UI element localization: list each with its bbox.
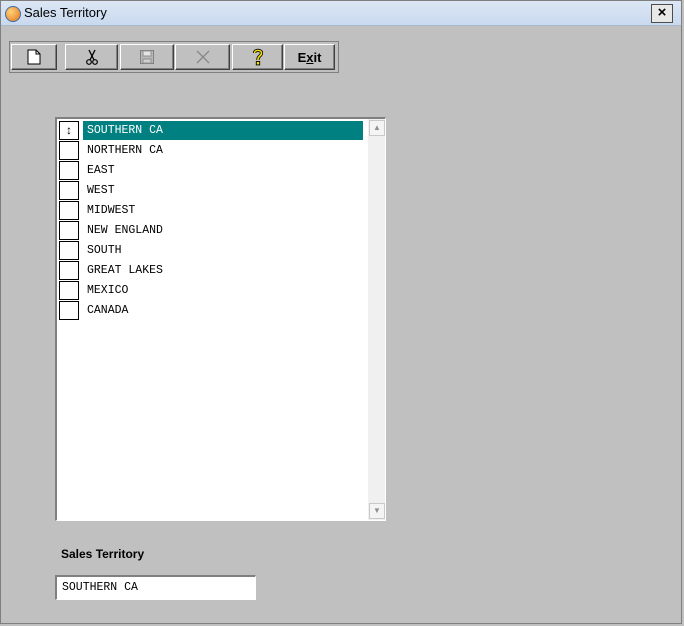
- sales-territory-label: Sales Territory: [61, 547, 145, 561]
- row-selector[interactable]: [59, 161, 79, 180]
- list-item[interactable]: SOUTH: [59, 241, 365, 261]
- scroll-down-arrow-icon[interactable]: ▼: [369, 503, 385, 519]
- save-disk-icon: [140, 50, 154, 64]
- close-button[interactable]: ×: [651, 4, 673, 23]
- scroll-up-arrow-icon[interactable]: ▲: [369, 120, 385, 136]
- row-selector[interactable]: [59, 281, 79, 300]
- list-item-label: NORTHERN CA: [87, 144, 163, 157]
- title-bar[interactable]: Sales Territory ×: [1, 1, 681, 26]
- row-selector[interactable]: [59, 201, 79, 220]
- list-item[interactable]: MEXICO: [59, 281, 365, 301]
- list-item-label: MEXICO: [87, 284, 129, 297]
- help-question-icon: [252, 48, 263, 66]
- row-selector[interactable]: [59, 141, 79, 160]
- list-item-label: GREAT LAKES: [87, 264, 163, 277]
- list-item-label: EAST: [87, 164, 115, 177]
- new-button[interactable]: [11, 44, 57, 70]
- current-row-marker-icon[interactable]: ↕: [59, 121, 79, 140]
- list-item[interactable]: MIDWEST: [59, 201, 365, 221]
- list-item-label: MIDWEST: [87, 204, 136, 217]
- list-item-label: CANADA: [87, 304, 129, 317]
- new-document-icon: [27, 49, 41, 65]
- delete-x-icon: [196, 50, 209, 64]
- exit-label: Exit: [297, 49, 322, 65]
- territory-list[interactable]: ↕ SOUTHERN CA NORTHERN CA EAST WEST MIDWEST NE…: [55, 117, 386, 521]
- delete-button[interactable]: [175, 44, 230, 70]
- list-item-label: SOUTHERN CA: [83, 121, 363, 140]
- toolbar: Exit: [9, 41, 339, 73]
- list-item[interactable]: EAST: [59, 161, 365, 181]
- app-icon: [5, 6, 21, 22]
- list-item[interactable]: WEST: [59, 181, 365, 201]
- row-selector[interactable]: [59, 181, 79, 200]
- row-selector[interactable]: [59, 221, 79, 240]
- list-item-label: SOUTH: [87, 244, 122, 257]
- list-item[interactable]: CANADA: [59, 301, 365, 321]
- help-button[interactable]: [232, 44, 283, 70]
- sales-territory-window: Sales Territory × Exit ↕ SOUTHERN CA NOR…: [0, 0, 682, 624]
- save-button[interactable]: [120, 44, 174, 70]
- list-item-label: NEW ENGLAND: [87, 224, 163, 237]
- window-title: Sales Territory: [24, 5, 107, 20]
- row-selector[interactable]: [59, 241, 79, 260]
- list-scrollbar[interactable]: ▲ ▼: [368, 119, 385, 520]
- row-selector[interactable]: [59, 261, 79, 280]
- list-item[interactable]: GREAT LAKES: [59, 261, 365, 281]
- row-selector[interactable]: [59, 301, 79, 320]
- sales-territory-field[interactable]: SOUTHERN CA: [55, 575, 256, 600]
- list-item-label: WEST: [87, 184, 115, 197]
- list-item[interactable]: NEW ENGLAND: [59, 221, 365, 241]
- cut-scissors-icon: [85, 49, 98, 65]
- exit-button[interactable]: Exit: [284, 44, 335, 70]
- list-item[interactable]: NORTHERN CA: [59, 141, 365, 161]
- cut-button[interactable]: [65, 44, 118, 70]
- list-item[interactable]: ↕ SOUTHERN CA: [59, 121, 365, 141]
